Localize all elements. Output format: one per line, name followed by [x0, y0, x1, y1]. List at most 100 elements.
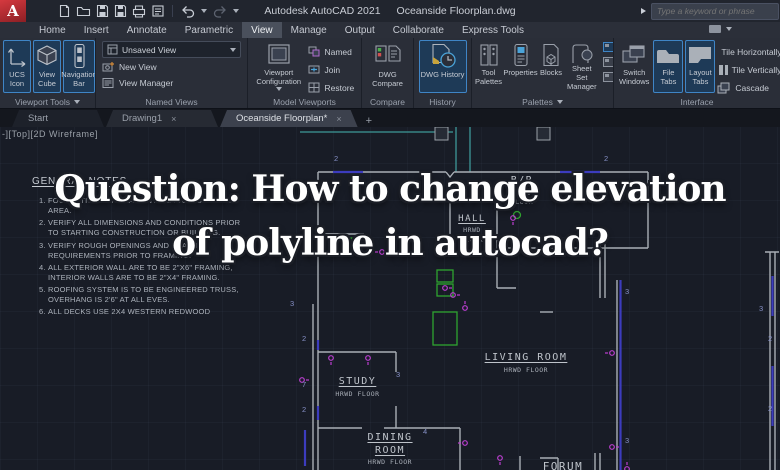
- group-label-compare[interactable]: Compare: [362, 95, 413, 108]
- palette-toggle-icon[interactable]: [602, 72, 613, 82]
- sheet-set-manager-button[interactable]: Sheet Set Manager: [565, 40, 599, 93]
- tab-collaborate[interactable]: Collaborate: [384, 22, 453, 38]
- search-arrow-icon[interactable]: [641, 8, 646, 14]
- tool-palettes-button[interactable]: Tool Palettes: [475, 40, 502, 93]
- keynote-tag: 4: [423, 427, 428, 436]
- quick-access-toolbar: [58, 4, 239, 18]
- print-icon[interactable]: [151, 4, 165, 18]
- open-folder-icon[interactable]: [76, 4, 91, 18]
- new-view-button[interactable]: New View: [102, 59, 241, 74]
- file-tab-drawing1[interactable]: Drawing1 ×: [106, 110, 218, 127]
- question-overlay: Question: How to change elevation of pol…: [0, 162, 780, 270]
- palette-toggle-icon[interactable]: [602, 42, 613, 52]
- tab-express-tools[interactable]: Express Tools: [453, 22, 533, 38]
- view-manager-icon: [102, 77, 114, 88]
- group-label-named-views[interactable]: Named Views: [96, 95, 247, 108]
- view-dropdown[interactable]: Unsaved View: [102, 41, 241, 58]
- tab-view[interactable]: View: [242, 22, 282, 38]
- named-viewport-button[interactable]: Named: [308, 44, 358, 59]
- group-label-viewport-tools[interactable]: Viewport Tools: [0, 95, 95, 108]
- keynote-tag: 3: [625, 436, 630, 445]
- tab-output[interactable]: Output: [336, 22, 384, 38]
- redo-icon[interactable]: [212, 4, 228, 18]
- keynote-tag: 2: [302, 334, 307, 343]
- blocks-icon: [543, 43, 559, 67]
- viewport-configuration-button[interactable]: Viewport Configuration: [251, 40, 306, 93]
- tool-palettes-icon: [479, 44, 498, 66]
- panel-interface: Switch Windows File Tabs Layout Tabs Til…: [614, 38, 780, 108]
- note-item: ROOFING SYSTEM IS TO BE ENGINEERED TRUSS…: [48, 285, 242, 305]
- keynote-tag: 3: [759, 304, 764, 313]
- ribbon-options[interactable]: [708, 24, 732, 34]
- tab-annotate[interactable]: Annotate: [118, 22, 176, 38]
- keynote-tag: 3: [396, 370, 401, 379]
- file-tab-start[interactable]: Start: [12, 110, 104, 127]
- tab-home[interactable]: Home: [30, 22, 75, 38]
- layout-tabs-button[interactable]: Layout Tabs: [685, 40, 716, 93]
- close-icon[interactable]: ×: [171, 114, 176, 124]
- group-label-palettes[interactable]: Palettes: [472, 95, 613, 108]
- ucs-icon-button[interactable]: UCS Icon: [3, 40, 31, 93]
- tab-parametric[interactable]: Parametric: [176, 22, 242, 38]
- save-icon[interactable]: [96, 4, 109, 18]
- help-search: [641, 2, 779, 20]
- toolbar-customize-icon[interactable]: [233, 9, 239, 13]
- tile-horizontally-button[interactable]: Tile Horizontally: [717, 44, 780, 59]
- toolbar-divider: [172, 5, 173, 17]
- file-tabs-button[interactable]: File Tabs: [653, 40, 684, 93]
- file-tabs-icon: [657, 50, 680, 63]
- viewport-controls[interactable]: -][Top][2D Wireframe]: [2, 129, 98, 139]
- view-cube-button[interactable]: View Cube: [33, 40, 61, 93]
- join-viewport-icon: [308, 65, 320, 74]
- dwg-history-button[interactable]: DWG History: [418, 40, 467, 93]
- keynote-tag: 2: [768, 334, 773, 343]
- named-viewport-icon: [308, 46, 320, 57]
- undo-dropdown-icon[interactable]: [201, 9, 207, 13]
- new-tab-button[interactable]: +: [366, 115, 372, 127]
- navigation-bar-button[interactable]: Navigation Bar: [61, 40, 95, 93]
- view-manager-button[interactable]: View Manager: [102, 75, 241, 90]
- palette-toggle-grid: [602, 42, 613, 85]
- file-tab-oceanside[interactable]: Oceanside Floorplan* ×: [220, 110, 358, 127]
- window-title: Autodesk AutoCAD 2021 Oceanside Floorpla…: [264, 5, 515, 17]
- tab-insert[interactable]: Insert: [75, 22, 118, 38]
- tile-vertically-icon: [719, 64, 728, 75]
- dropdown-caret-icon: [275, 87, 282, 91]
- properties-button[interactable]: Properties: [503, 40, 538, 93]
- panel-history: DWG History History: [414, 38, 472, 108]
- file-tab-bar: Start Drawing1 × Oceanside Floorplan* × …: [0, 109, 780, 127]
- save-as-icon[interactable]: [114, 4, 127, 18]
- search-input[interactable]: [651, 2, 779, 20]
- viewport-configuration-icon: [268, 44, 290, 64]
- tab-manage[interactable]: Manage: [282, 22, 336, 38]
- restore-viewport-button[interactable]: Restore: [308, 80, 358, 95]
- group-label-model-viewports[interactable]: Model Viewports: [248, 95, 361, 108]
- plot-icon[interactable]: [132, 4, 146, 18]
- tile-vertically-button[interactable]: Tile Vertically: [717, 62, 780, 77]
- panel-named-views: Unsaved View New View View Manager Named…: [96, 38, 248, 108]
- drawing-canvas[interactable]: -][Top][2D Wireframe] GENERAL NOTES FOUN…: [0, 126, 780, 470]
- group-label-history[interactable]: History: [414, 95, 471, 108]
- keynote-tag: 7: [302, 380, 307, 389]
- group-label-interface[interactable]: Interface: [614, 95, 780, 108]
- switch-windows-button[interactable]: Switch Windows: [617, 40, 651, 93]
- dwg-compare-button[interactable]: DWG Compare: [366, 40, 410, 93]
- palette-toggle-icon[interactable]: [602, 57, 613, 67]
- ribbon-options-caret-icon[interactable]: [726, 27, 732, 31]
- view-cube-icon: [37, 45, 57, 66]
- ribbon-tab-bar: Home Insert Annotate Parametric View Man…: [0, 22, 780, 38]
- keynote-tag: 3: [625, 287, 630, 296]
- new-view-icon: [102, 61, 114, 71]
- restore-viewport-icon: [308, 82, 320, 93]
- new-document-icon[interactable]: [58, 4, 71, 18]
- title-bar: A Autodesk AutoCAD 2021 Oceanside Floorp…: [0, 0, 780, 22]
- autocad-logo[interactable]: A: [0, 0, 26, 22]
- undo-icon[interactable]: [180, 4, 196, 18]
- blocks-button[interactable]: Blocks: [539, 40, 563, 93]
- close-icon[interactable]: ×: [336, 114, 341, 124]
- panel-compare: DWG Compare Compare: [362, 38, 414, 108]
- join-viewport-button[interactable]: Join: [308, 62, 358, 77]
- cascade-button[interactable]: Cascade: [717, 80, 780, 95]
- panel-model-viewports: Viewport Configuration Named Join Restor…: [248, 38, 362, 108]
- chimney-block: [434, 126, 449, 141]
